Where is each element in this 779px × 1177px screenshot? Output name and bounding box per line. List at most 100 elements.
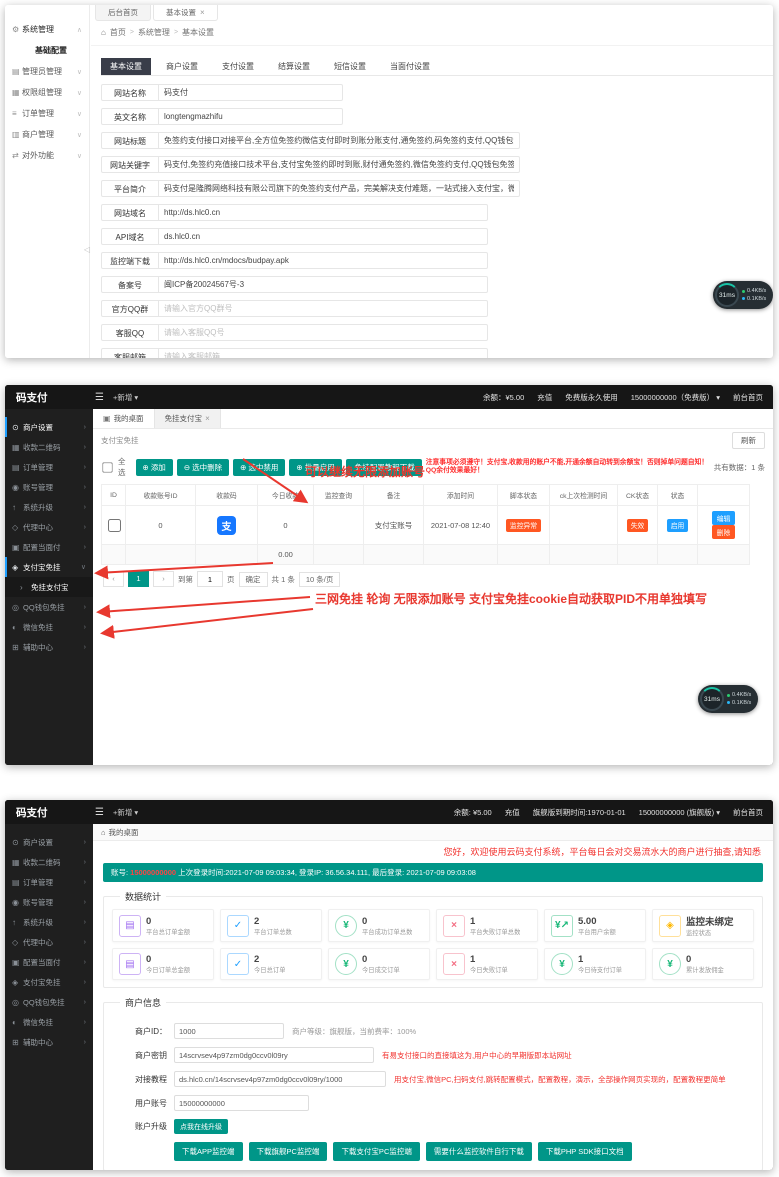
refresh-button[interactable]: 刷新 [732,432,765,449]
field-input[interactable] [158,324,488,341]
sidebar-item[interactable]: ▣ 配置当面付 › [5,537,93,557]
sidebar-item[interactable]: ◉ 账号管理 › [5,477,93,497]
download-button[interactable]: 需要什么监控软件自行下载 [426,1142,532,1161]
merchant-id-input[interactable] [174,1023,284,1039]
settings-tab[interactable]: 商户设置 [157,58,207,75]
sidebar-item[interactable]: ◈ 支付宝免挂 ∨ [5,557,93,577]
field-input[interactable] [158,276,488,293]
field-input[interactable] [158,108,343,125]
toolbar-button[interactable]: ⊕选中禁用 [233,459,285,476]
sidebar-item[interactable]: ↑ 系统升级 › [5,912,93,932]
close-icon[interactable]: × [205,414,210,423]
toolbar-button[interactable]: ⊖选中删除 [177,459,229,476]
recharge-link[interactable]: 充值 [537,392,552,403]
recharge-link[interactable]: 充值 [505,807,520,818]
new-tab-button[interactable]: +新增 ▾ [113,807,138,818]
field-input[interactable] [158,180,520,197]
frontend-home-link[interactable]: 前台首页 [733,807,763,818]
close-icon[interactable]: × [200,8,205,17]
breadcrumb-system[interactable]: 系统管理 [138,27,170,38]
tab-desktop[interactable]: ▣ 我的桌面 [93,409,154,428]
account-dropdown[interactable]: 15000000000 (旗舰版) ▾ [639,807,720,818]
column-header[interactable]: 监控查询 [314,485,364,506]
delete-button[interactable]: 删除 [712,525,736,539]
field-input[interactable] [158,156,520,173]
per-page-select[interactable]: 10 条/页 [299,572,341,587]
field-input[interactable] [158,228,488,245]
sidebar-item[interactable]: ▦ 权限组管理 ∨ [5,82,89,103]
api-url-input[interactable] [174,1071,386,1087]
breadcrumb-home[interactable]: 首页 [110,27,126,38]
network-speed-widget[interactable]: 31ms 0.4KB/s 0.1KB/s [713,281,773,309]
download-button[interactable]: 下载PHP SDK接口文档 [538,1142,632,1161]
toolbar-button[interactable]: ⊕添加 [136,459,173,476]
download-button[interactable]: 下载旗舰PC监控端 [249,1142,328,1161]
sidebar-item[interactable]: ▦ 收款二维码 › [5,852,93,872]
sidebar-item[interactable]: ◇ 代理中心 › [5,932,93,952]
sidebar-item[interactable]: ⊞ 辅助中心 › [5,637,93,657]
column-header[interactable]: 收款码 [196,485,258,506]
tab-alipay-free-hang[interactable]: 免挂支付宝 × [154,409,221,428]
field-input[interactable] [158,252,488,269]
sidebar-item[interactable]: › 免挂支付宝 [5,577,93,597]
settings-tab[interactable]: 结算设置 [269,58,319,75]
jump-page-input[interactable] [197,571,223,587]
sidebar-item[interactable]: ⊞ 辅助中心 › [5,1032,93,1052]
field-input[interactable] [158,300,488,317]
column-header[interactable]: ID [102,485,126,506]
sidebar-collapse-handle[interactable]: ◁ [84,245,90,254]
sidebar-item[interactable]: ◎ QQ钱包免挂 › [5,992,93,1012]
sidebar-item[interactable]: ◈ 支付宝免挂 › [5,972,93,992]
page-1-button[interactable]: 1 [128,571,149,587]
row-checkbox[interactable] [108,519,121,532]
column-header[interactable]: ck上次检测时间 [550,485,618,506]
hamburger-icon[interactable]: ☰ [95,807,104,818]
toolbar-button[interactable]: ⊕批量启用 [289,459,341,476]
sidebar-item[interactable]: ◎ QQ钱包免挂 › [5,597,93,617]
column-header[interactable]: 脚本状态 [498,485,550,506]
sidebar-item[interactable]: ↑ 系统升级 › [5,497,93,517]
column-header[interactable]: CK状态 [618,485,658,506]
merchant-key-input[interactable] [174,1047,374,1063]
prev-page-button[interactable]: ‹ [103,571,124,587]
column-header[interactable]: 备注 [364,485,424,506]
field-input[interactable] [158,348,488,358]
toolbar-button[interactable]: 免挂配置教程下载 [346,459,422,476]
account-dropdown[interactable]: 15000000000（免费版） ▾ [631,392,720,403]
download-button[interactable]: 下载APP监控端 [174,1142,243,1161]
sidebar-item[interactable]: ▦ 收款二维码 › [5,437,93,457]
new-tab-button[interactable]: +新增 ▾ [113,392,138,403]
frontend-home-link[interactable]: 前台首页 [733,392,763,403]
sidebar-item[interactable]: ▣ 配置当面付 › [5,952,93,972]
column-header[interactable]: 收款账号ID [126,485,196,506]
sidebar-item[interactable]: ▤ 订单管理 › [5,457,93,477]
hamburger-icon[interactable]: ☰ [95,392,104,403]
jump-confirm-button[interactable]: 确定 [239,572,268,587]
sidebar-item[interactable]: ⚙ 系统管理 ∧ [5,19,89,40]
window-tab-home[interactable]: 后台首页 [95,5,151,21]
field-input[interactable] [158,204,488,221]
column-header[interactable]: 状态 [658,485,698,506]
settings-tab[interactable]: 短信设置 [325,58,375,75]
field-input[interactable] [158,84,343,101]
sidebar-item[interactable]: ◐ 微信免挂 › [5,617,93,637]
select-all-checkbox[interactable] [102,462,112,472]
sidebar-item[interactable]: 基础配置 [5,40,89,61]
settings-tab[interactable]: 支付设置 [213,58,263,75]
column-header[interactable]: 添加时间 [424,485,498,506]
column-header[interactable] [698,485,750,506]
sidebar-item[interactable]: ▥ 商户管理 ∨ [5,124,89,145]
column-header[interactable]: 今日收款 [258,485,314,506]
settings-tab[interactable]: 基本设置 [101,58,151,75]
settings-tab[interactable]: 当面付设置 [381,58,439,75]
next-page-button[interactable]: › [153,571,174,587]
sidebar-item[interactable]: ≡ 订单管理 ∨ [5,103,89,124]
tab-desktop[interactable]: ⌂ 我的桌面 [93,824,773,841]
field-input[interactable] [158,132,520,149]
sidebar-item[interactable]: ⊙ 商户设置 › [5,417,93,437]
sidebar-item[interactable]: ◇ 代理中心 › [5,517,93,537]
sidebar-item[interactable]: ▤ 订单管理 › [5,872,93,892]
sidebar-item[interactable]: ▤ 管理员管理 ∨ [5,61,89,82]
sidebar-item[interactable]: ◉ 账号管理 › [5,892,93,912]
window-tab-basic-settings[interactable]: 基本设置 × [153,5,218,21]
